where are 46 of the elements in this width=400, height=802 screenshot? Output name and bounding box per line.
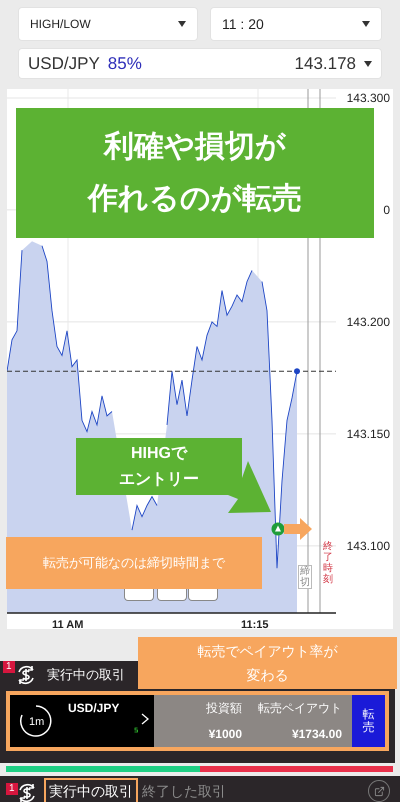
banner: 利確や損切が 作れるのが転売 bbox=[16, 108, 374, 238]
tab[interactable]: 終了した取引 bbox=[140, 778, 228, 802]
payout-label: 転売ペイアウト bbox=[258, 700, 342, 717]
asset-select[interactable]: USD/JPY 85% 143.178 bbox=[18, 48, 382, 79]
header-label: 実行中の取引 bbox=[47, 666, 125, 684]
price-axis-label: 143.150 bbox=[346, 426, 390, 441]
timer-ring-icon bbox=[19, 704, 53, 738]
asset-name: USD/JPY bbox=[28, 52, 100, 75]
amount-value: ¥1000 bbox=[208, 726, 242, 743]
share-button[interactable] bbox=[368, 780, 390, 802]
price-axis-label: 143.300 bbox=[346, 90, 390, 105]
callout-arrow bbox=[228, 461, 271, 513]
entry-marker-icon bbox=[271, 522, 285, 536]
expiry-label: 終了時刻 bbox=[323, 541, 333, 585]
price-axis-label: 0 bbox=[383, 202, 390, 217]
note: 転売でペイアウト率が 変わる bbox=[138, 637, 397, 689]
zoom-button[interactable] bbox=[124, 589, 154, 601]
price-axis-label: 143.200 bbox=[346, 314, 390, 329]
caret-icon bbox=[362, 21, 370, 27]
count-badge: 1 bbox=[6, 783, 18, 795]
payout-value: ¥1734.00 bbox=[292, 726, 342, 743]
share-icon bbox=[374, 786, 384, 796]
zoom-button[interactable] bbox=[157, 589, 187, 601]
trade-asset: USD/JPY bbox=[68, 700, 120, 717]
caret-icon bbox=[364, 60, 372, 66]
payout-rate: 85% bbox=[108, 52, 142, 75]
select-value: HIGH/LOW bbox=[30, 16, 91, 33]
amount-label: 投資額 bbox=[206, 700, 242, 717]
tab[interactable]: 実行中の取引 bbox=[44, 778, 138, 802]
trade-card[interactable]: 1m USD/JPY 投資額 ¥1000 転売ペイアウト ¥1734.00 転売 bbox=[6, 691, 389, 751]
sell-button[interactable]: 転売 bbox=[352, 695, 385, 747]
arrow-icon bbox=[284, 518, 312, 540]
duration: 1m bbox=[29, 715, 44, 730]
time-axis-label: 11:15 bbox=[241, 618, 269, 633]
time-axis-label: 11 AM bbox=[52, 618, 84, 633]
asset-price: 143.178 bbox=[294, 52, 356, 75]
expiry-select[interactable]: 11 : 20 bbox=[210, 7, 382, 41]
zoom-button[interactable] bbox=[188, 589, 218, 601]
price-axis-label: 143.100 bbox=[346, 538, 390, 553]
caret-icon bbox=[178, 21, 186, 27]
count-badge: 1 bbox=[3, 661, 15, 673]
note: 転売が可能なのは締切時間まで bbox=[6, 537, 262, 589]
deadline-label: 締切 bbox=[300, 566, 310, 588]
chevron-right-icon bbox=[141, 713, 149, 725]
trade-type-select[interactable]: HIGH/LOW bbox=[18, 7, 198, 41]
select-value: 11 : 20 bbox=[222, 14, 264, 34]
